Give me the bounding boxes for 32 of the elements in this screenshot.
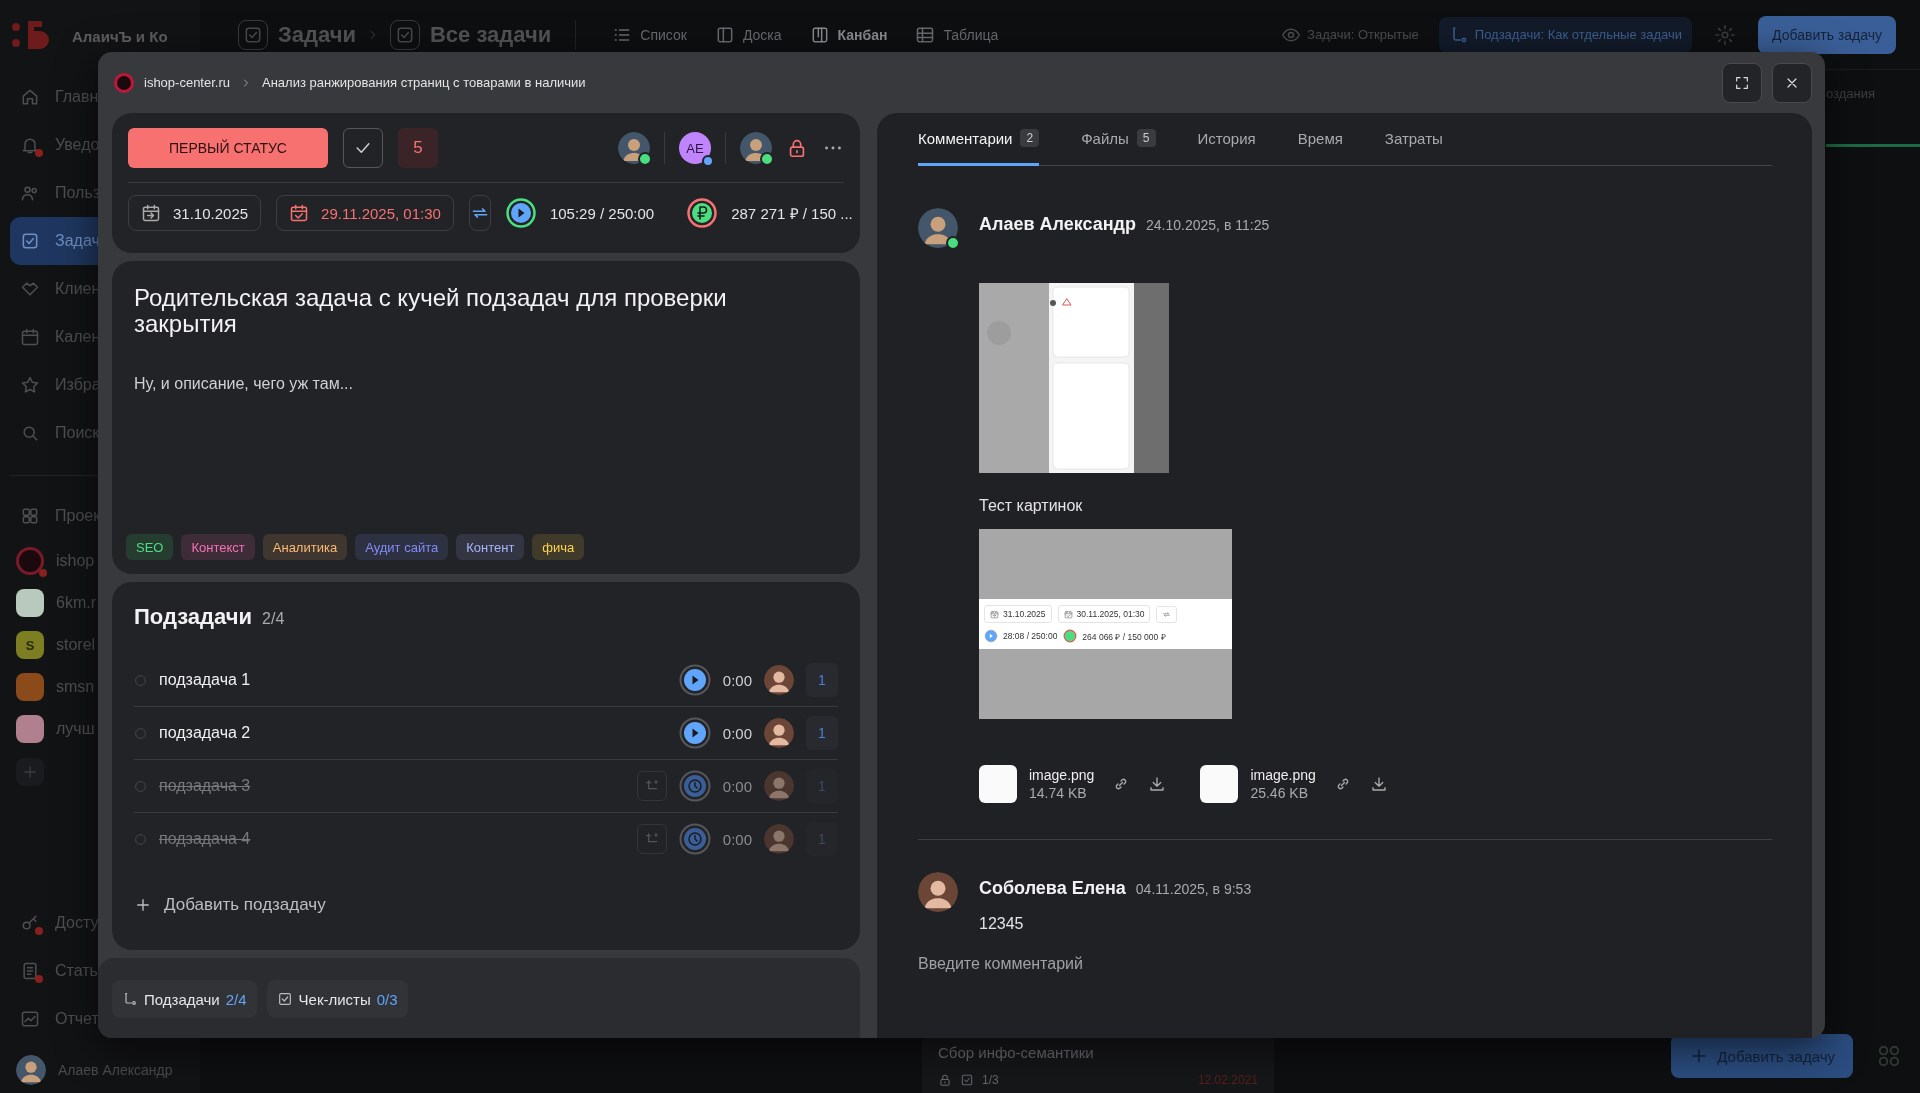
comment-date: 04.11.2025, в 9:53: [1135, 881, 1252, 897]
time-value: 0:00: [722, 671, 752, 689]
time-value: 0:00: [722, 777, 752, 795]
subtask-count: 2/4: [262, 610, 285, 628]
comment-author: Алаев Александр: [979, 214, 1137, 235]
time-value: 0:00: [722, 830, 752, 848]
date-chip: 30.11.2025, 01:30: [1057, 605, 1151, 623]
breadcrumb-item: Анализ ранжирования страниц с товарами в наличии: [262, 75, 586, 90]
time-spent: 28:08 / 250:00: [984, 629, 1058, 643]
logo-text: АлаичЪ и Ко: [72, 27, 168, 45]
task-title: Родительская задача с кучей подзадач для проверки закрытия: [134, 285, 728, 337]
file-size: 25.46 KB: [1250, 785, 1309, 801]
count-badge: 1: [806, 822, 838, 856]
card-title: Сбор инфо-семантики: [938, 1044, 1095, 1061]
count-badge: 1: [806, 663, 838, 697]
time-spent: 105:29 / 250:00: [549, 204, 655, 222]
count-badge: 1: [806, 716, 838, 750]
time-value: 0:00: [722, 724, 752, 742]
comment-author: Соболева Елена: [979, 878, 1126, 899]
due-date: 12.02.2021: [1197, 1073, 1258, 1087]
comment-date: 24.10.2025, в 11:25: [1146, 217, 1270, 233]
date-chip: 31.10.2025: [984, 605, 1052, 623]
count-badge: 1: [806, 769, 838, 803]
section-title: Подзадачи: [134, 604, 253, 630]
comment-text: Тест картинок: [979, 497, 1083, 515]
project-icon: S: [16, 631, 44, 659]
task-description: Ну, и описание, чего уж там...: [134, 375, 354, 393]
file-size: 14.74 KB: [1029, 785, 1088, 801]
checklist-count: 1/3: [982, 1073, 999, 1087]
cost-value: 264 066 ₽ / 150 000 ₽: [1063, 629, 1166, 643]
comment-text: 12345: [979, 915, 1024, 933]
cost-value: 287 271 ₽ / 150 ...: [731, 204, 853, 223]
